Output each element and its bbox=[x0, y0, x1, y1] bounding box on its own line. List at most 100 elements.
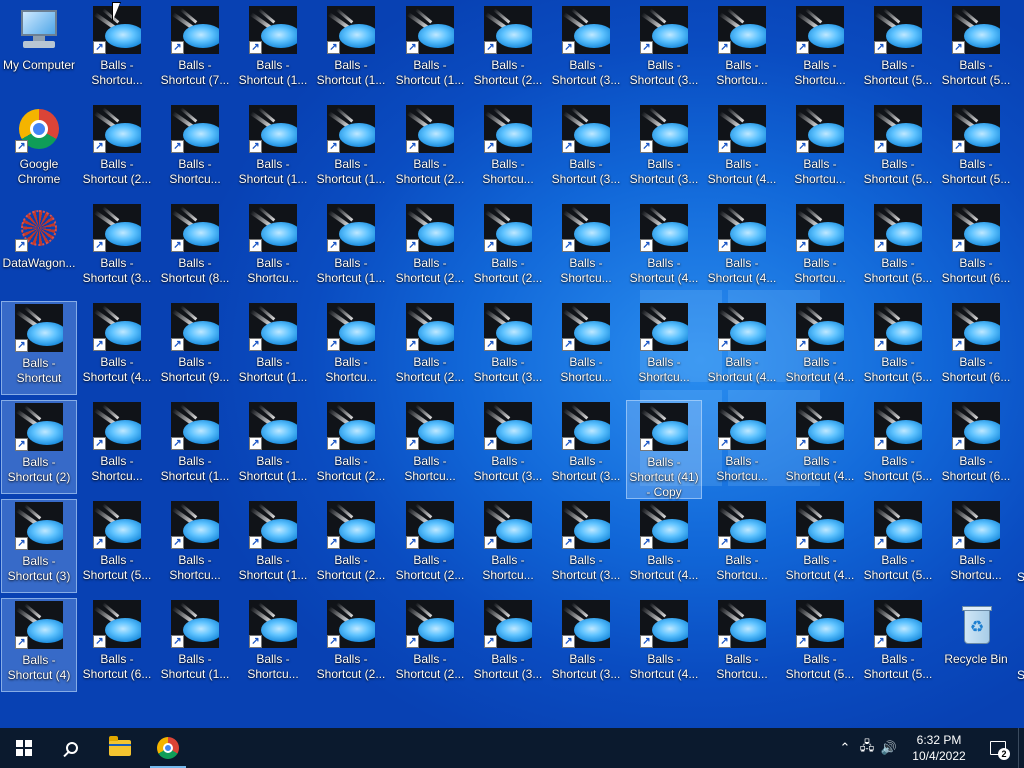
desktop-shortcut-balls[interactable]: ↗ Balls - Shortcut (8... bbox=[157, 202, 233, 296]
desktop-shortcut-balls[interactable]: ↗ Balls - Shortcut (3... bbox=[548, 598, 624, 692]
desktop-shortcut-balls[interactable]: ↗ Balls - Shortcut (5... bbox=[860, 103, 936, 197]
clock[interactable]: 6:32 PM 10/4/2022 bbox=[900, 732, 978, 764]
desktop-icon-datawagon[interactable]: ↗ DataWagon... bbox=[1, 202, 77, 296]
desktop-shortcut-balls[interactable]: ↗ Balls - Shortcu... bbox=[548, 202, 624, 296]
desktop-shortcut-balls[interactable]: ↗ Balls - Shortcut (1... bbox=[313, 202, 389, 296]
desktop-shortcut-balls[interactable]: ↗ Balls - Shortcut (4... bbox=[626, 499, 702, 593]
desktop-shortcut-balls[interactable]: ↗ Balls - Shortcu... bbox=[782, 103, 858, 197]
desktop-shortcut-balls[interactable]: ↗ Balls - Shortcut (2... bbox=[313, 499, 389, 593]
desktop-shortcut-balls[interactable]: ↗ Balls - Shortcut (4... bbox=[626, 202, 702, 296]
desktop-shortcut-balls[interactable]: ↗ Balls - Shortcut (3... bbox=[626, 4, 702, 98]
desktop-shortcut-balls[interactable]: ↗ Balls - Shortcut (9... bbox=[157, 301, 233, 395]
desktop-shortcut-balls[interactable]: ↗ Balls - Shortcu... bbox=[157, 499, 233, 593]
desktop-shortcut-balls[interactable]: ↗ Balls - Shortcut (5... bbox=[79, 499, 155, 593]
start-button[interactable] bbox=[0, 728, 48, 768]
volume-icon[interactable]: 🔊 bbox=[878, 740, 900, 756]
desktop-shortcut-balls[interactable]: ↗ Balls - Shortcut (5... bbox=[938, 103, 1014, 197]
network-icon[interactable]: 🖧 bbox=[856, 737, 878, 759]
desktop-shortcut-balls[interactable]: ↗ Balls - Shortcut (4... bbox=[782, 301, 858, 395]
chevron-up-icon[interactable]: ⌃ bbox=[834, 740, 856, 756]
desktop-shortcut-balls[interactable]: ↗ Balls - Shortcut (5... bbox=[860, 400, 936, 494]
desktop-shortcut-balls[interactable]: ↗ Balls - Shortcut (3... bbox=[548, 4, 624, 98]
desktop-icon-pc[interactable]: My Computer bbox=[1, 4, 77, 98]
desktop-shortcut-balls[interactable]: ↗ Balls - Shortcu... bbox=[704, 400, 780, 494]
desktop-shortcut-balls[interactable]: ↗ Balls - Shortcut (1... bbox=[392, 4, 468, 98]
desktop-shortcut-balls[interactable]: ↗ Balls - Shortcut (5... bbox=[860, 4, 936, 98]
desktop-shortcut-balls[interactable]: ↗ Balls - Shortcut (3... bbox=[470, 301, 546, 395]
desktop-shortcut-balls[interactable]: ↗ Balls - Shortcut (3... bbox=[548, 499, 624, 593]
desktop-shortcut-balls[interactable]: ↗ Balls - Shortcu... bbox=[782, 4, 858, 98]
desktop-shortcut-balls[interactable]: ↗ Balls - Shortcut (5... bbox=[860, 499, 936, 593]
desktop-shortcut-balls[interactable]: ↗ Balls - Shortcut (2... bbox=[392, 202, 468, 296]
desktop-shortcut-balls[interactable]: ↗ Balls - Shortcut (2) bbox=[1, 400, 77, 494]
desktop-shortcut-balls[interactable]: ↗ Balls - Shortcut (4... bbox=[782, 400, 858, 494]
desktop-shortcut-balls[interactable]: ↗ Balls - Shortcut (2... bbox=[79, 103, 155, 197]
desktop-shortcut-balls[interactable]: ↗ Balls - Shortcut (2... bbox=[313, 598, 389, 692]
desktop-shortcut-balls[interactable]: ↗ Balls - Shortcut (7... bbox=[157, 4, 233, 98]
desktop-shortcut-balls[interactable]: ↗ Balls - Shortcut (6... bbox=[79, 598, 155, 692]
desktop-shortcut-balls[interactable]: ↗ Balls - Shortcu... bbox=[235, 598, 311, 692]
desktop-shortcut-balls[interactable]: ↗ Balls - Shortcut (3... bbox=[470, 400, 546, 494]
desktop-shortcut-balls[interactable]: ↗ Balls - Shortcut (3... bbox=[79, 202, 155, 296]
desktop-shortcut-balls[interactable]: ↗ Balls - Shortcu... bbox=[704, 4, 780, 98]
desktop-shortcut-balls[interactable]: ↗ Balls - Shortcut (1... bbox=[235, 400, 311, 494]
chrome-taskbar-button[interactable] bbox=[144, 728, 192, 768]
desktop-shortcut-balls[interactable]: ↗ Balls - Shortcut (2... bbox=[470, 4, 546, 98]
desktop-shortcut-balls[interactable]: ↗ Balls - Shortcu... bbox=[392, 400, 468, 494]
desktop-icon-chrome[interactable]: ↗ Google Chrome bbox=[1, 103, 77, 197]
desktop-shortcut-balls[interactable]: ↗ Balls - Shortcut (2... bbox=[392, 499, 468, 593]
desktop-shortcut-balls[interactable]: ↗ Balls - Shortcut (4... bbox=[704, 103, 780, 197]
desktop-shortcut-balls[interactable]: ↗ Balls - Shortcu... bbox=[704, 598, 780, 692]
desktop-shortcut-balls[interactable]: ↗ Balls - Shortcut (5... bbox=[938, 4, 1014, 98]
desktop-shortcut-balls[interactable]: ↗ Balls - Shortcu... bbox=[626, 301, 702, 395]
desktop-shortcut-balls[interactable]: ↗ Balls - Shortcut bbox=[1, 301, 77, 395]
desktop-icon-recycle[interactable]: ♻ Recycle Bin bbox=[938, 598, 1014, 692]
desktop-shortcut-balls[interactable]: ↗ Balls - Shortcu... bbox=[235, 202, 311, 296]
desktop-shortcut-balls[interactable]: ↗ Balls - Shortcu... bbox=[782, 202, 858, 296]
desktop-shortcut-balls[interactable]: ↗ Balls - Shortcut (2... bbox=[313, 400, 389, 494]
desktop-shortcut-balls[interactable]: ↗ Balls - Shortcut (4... bbox=[626, 598, 702, 692]
search-button[interactable] bbox=[48, 728, 96, 768]
desktop-shortcut-balls[interactable]: ↗ Balls - Shortcu... bbox=[470, 499, 546, 593]
desktop-shortcut-balls[interactable]: ↗ Balls - Shortcut (4) bbox=[1, 598, 77, 692]
desktop-shortcut-balls[interactable]: ↗ Balls - Shortcut (3... bbox=[548, 400, 624, 494]
desktop-shortcut-balls[interactable]: ↗ Balls - Shortcut (6... bbox=[938, 202, 1014, 296]
desktop-shortcut-balls[interactable]: ↗ Balls - Shortcu... bbox=[704, 499, 780, 593]
desktop-shortcut-balls[interactable]: ↗ Balls - Shortcut (4... bbox=[704, 202, 780, 296]
desktop-shortcut-balls[interactable]: ↗ Balls - Shortcu... bbox=[157, 103, 233, 197]
desktop-shortcut-balls[interactable]: ↗ Balls - Shortcut (6... bbox=[938, 400, 1014, 494]
desktop-shortcut-balls[interactable]: ↗ Balls - Shortcu... bbox=[470, 103, 546, 197]
action-center-button[interactable]: 2 bbox=[978, 728, 1018, 768]
desktop-shortcut-balls[interactable]: ↗ Balls - Shortcut (6... bbox=[938, 301, 1014, 395]
desktop-shortcut-balls[interactable]: ↗ Balls - Shortcut (1... bbox=[313, 103, 389, 197]
desktop-shortcut-balls[interactable]: ↗ Balls - Shortcut (5... bbox=[860, 598, 936, 692]
desktop-shortcut-balls[interactable]: ↗ Balls - Shortcut (3... bbox=[470, 598, 546, 692]
desktop-shortcut-balls[interactable]: ↗ Balls - Shortcut (3... bbox=[626, 103, 702, 197]
desktop-shortcut-balls[interactable]: ↗ Balls - Shortcut (1... bbox=[235, 499, 311, 593]
desktop-shortcut-balls[interactable]: ↗ Balls - Shortcut (3... bbox=[548, 103, 624, 197]
desktop-shortcut-balls[interactable]: ↗ Balls - Shortcu... bbox=[548, 301, 624, 395]
desktop-shortcut-balls[interactable]: ↗ Balls - Shortcut (1... bbox=[157, 598, 233, 692]
desktop-shortcut-balls[interactable]: ↗ Balls - Shortcut (5... bbox=[860, 202, 936, 296]
desktop-shortcut-balls[interactable]: ↗ Balls - Shortcut (4... bbox=[79, 301, 155, 395]
desktop-shortcut-balls[interactable]: ↗ Balls - Shortcut (2... bbox=[392, 103, 468, 197]
desktop-shortcut-balls[interactable]: ↗ Balls - Shortcut (5... bbox=[860, 301, 936, 395]
desktop-shortcut-balls[interactable]: ↗ Balls - Shortcut (2... bbox=[392, 301, 468, 395]
desktop-shortcut-balls[interactable]: ↗ Balls - Shortcut (1... bbox=[235, 103, 311, 197]
desktop-shortcut-balls[interactable]: ↗ Balls - Shortcut (1... bbox=[313, 4, 389, 98]
desktop-shortcut-balls[interactable]: ↗ Balls - Shortcut (2... bbox=[470, 202, 546, 296]
desktop-shortcut-balls[interactable]: ↗ Balls - Shortcu... bbox=[938, 499, 1014, 593]
desktop-shortcut-balls[interactable]: ↗ Balls - Shortcut (41) - Copy bbox=[626, 400, 702, 499]
desktop-shortcut-balls[interactable]: ↗ Balls - Shortcut (3) bbox=[1, 499, 77, 593]
desktop[interactable]: ↗ Balls - Shortcu... ↗ Balls - Shortcut (7.… bbox=[0, 0, 1024, 728]
desktop-shortcut-balls[interactable]: ↗ Balls - Shortcut (1... bbox=[157, 400, 233, 494]
desktop-shortcut-balls[interactable]: ↗ Balls - Shortcut (1... bbox=[235, 301, 311, 395]
desktop-shortcut-balls[interactable]: ↗ Balls - Shortcu... bbox=[313, 301, 389, 395]
desktop-shortcut-balls[interactable]: ↗ Balls - Shortcut (5... bbox=[782, 598, 858, 692]
file-explorer-button[interactable] bbox=[96, 728, 144, 768]
desktop-shortcut-balls[interactable]: ↗ Balls - Shortcut (1... bbox=[235, 4, 311, 98]
desktop-shortcut-balls[interactable]: ↗ Balls - Shortcut (4... bbox=[704, 301, 780, 395]
show-desktop-button[interactable] bbox=[1018, 728, 1024, 768]
desktop-shortcut-balls[interactable]: ↗ Balls - Shortcut (2... bbox=[392, 598, 468, 692]
desktop-shortcut-balls[interactable]: ↗ Balls - Shortcu... bbox=[79, 400, 155, 494]
